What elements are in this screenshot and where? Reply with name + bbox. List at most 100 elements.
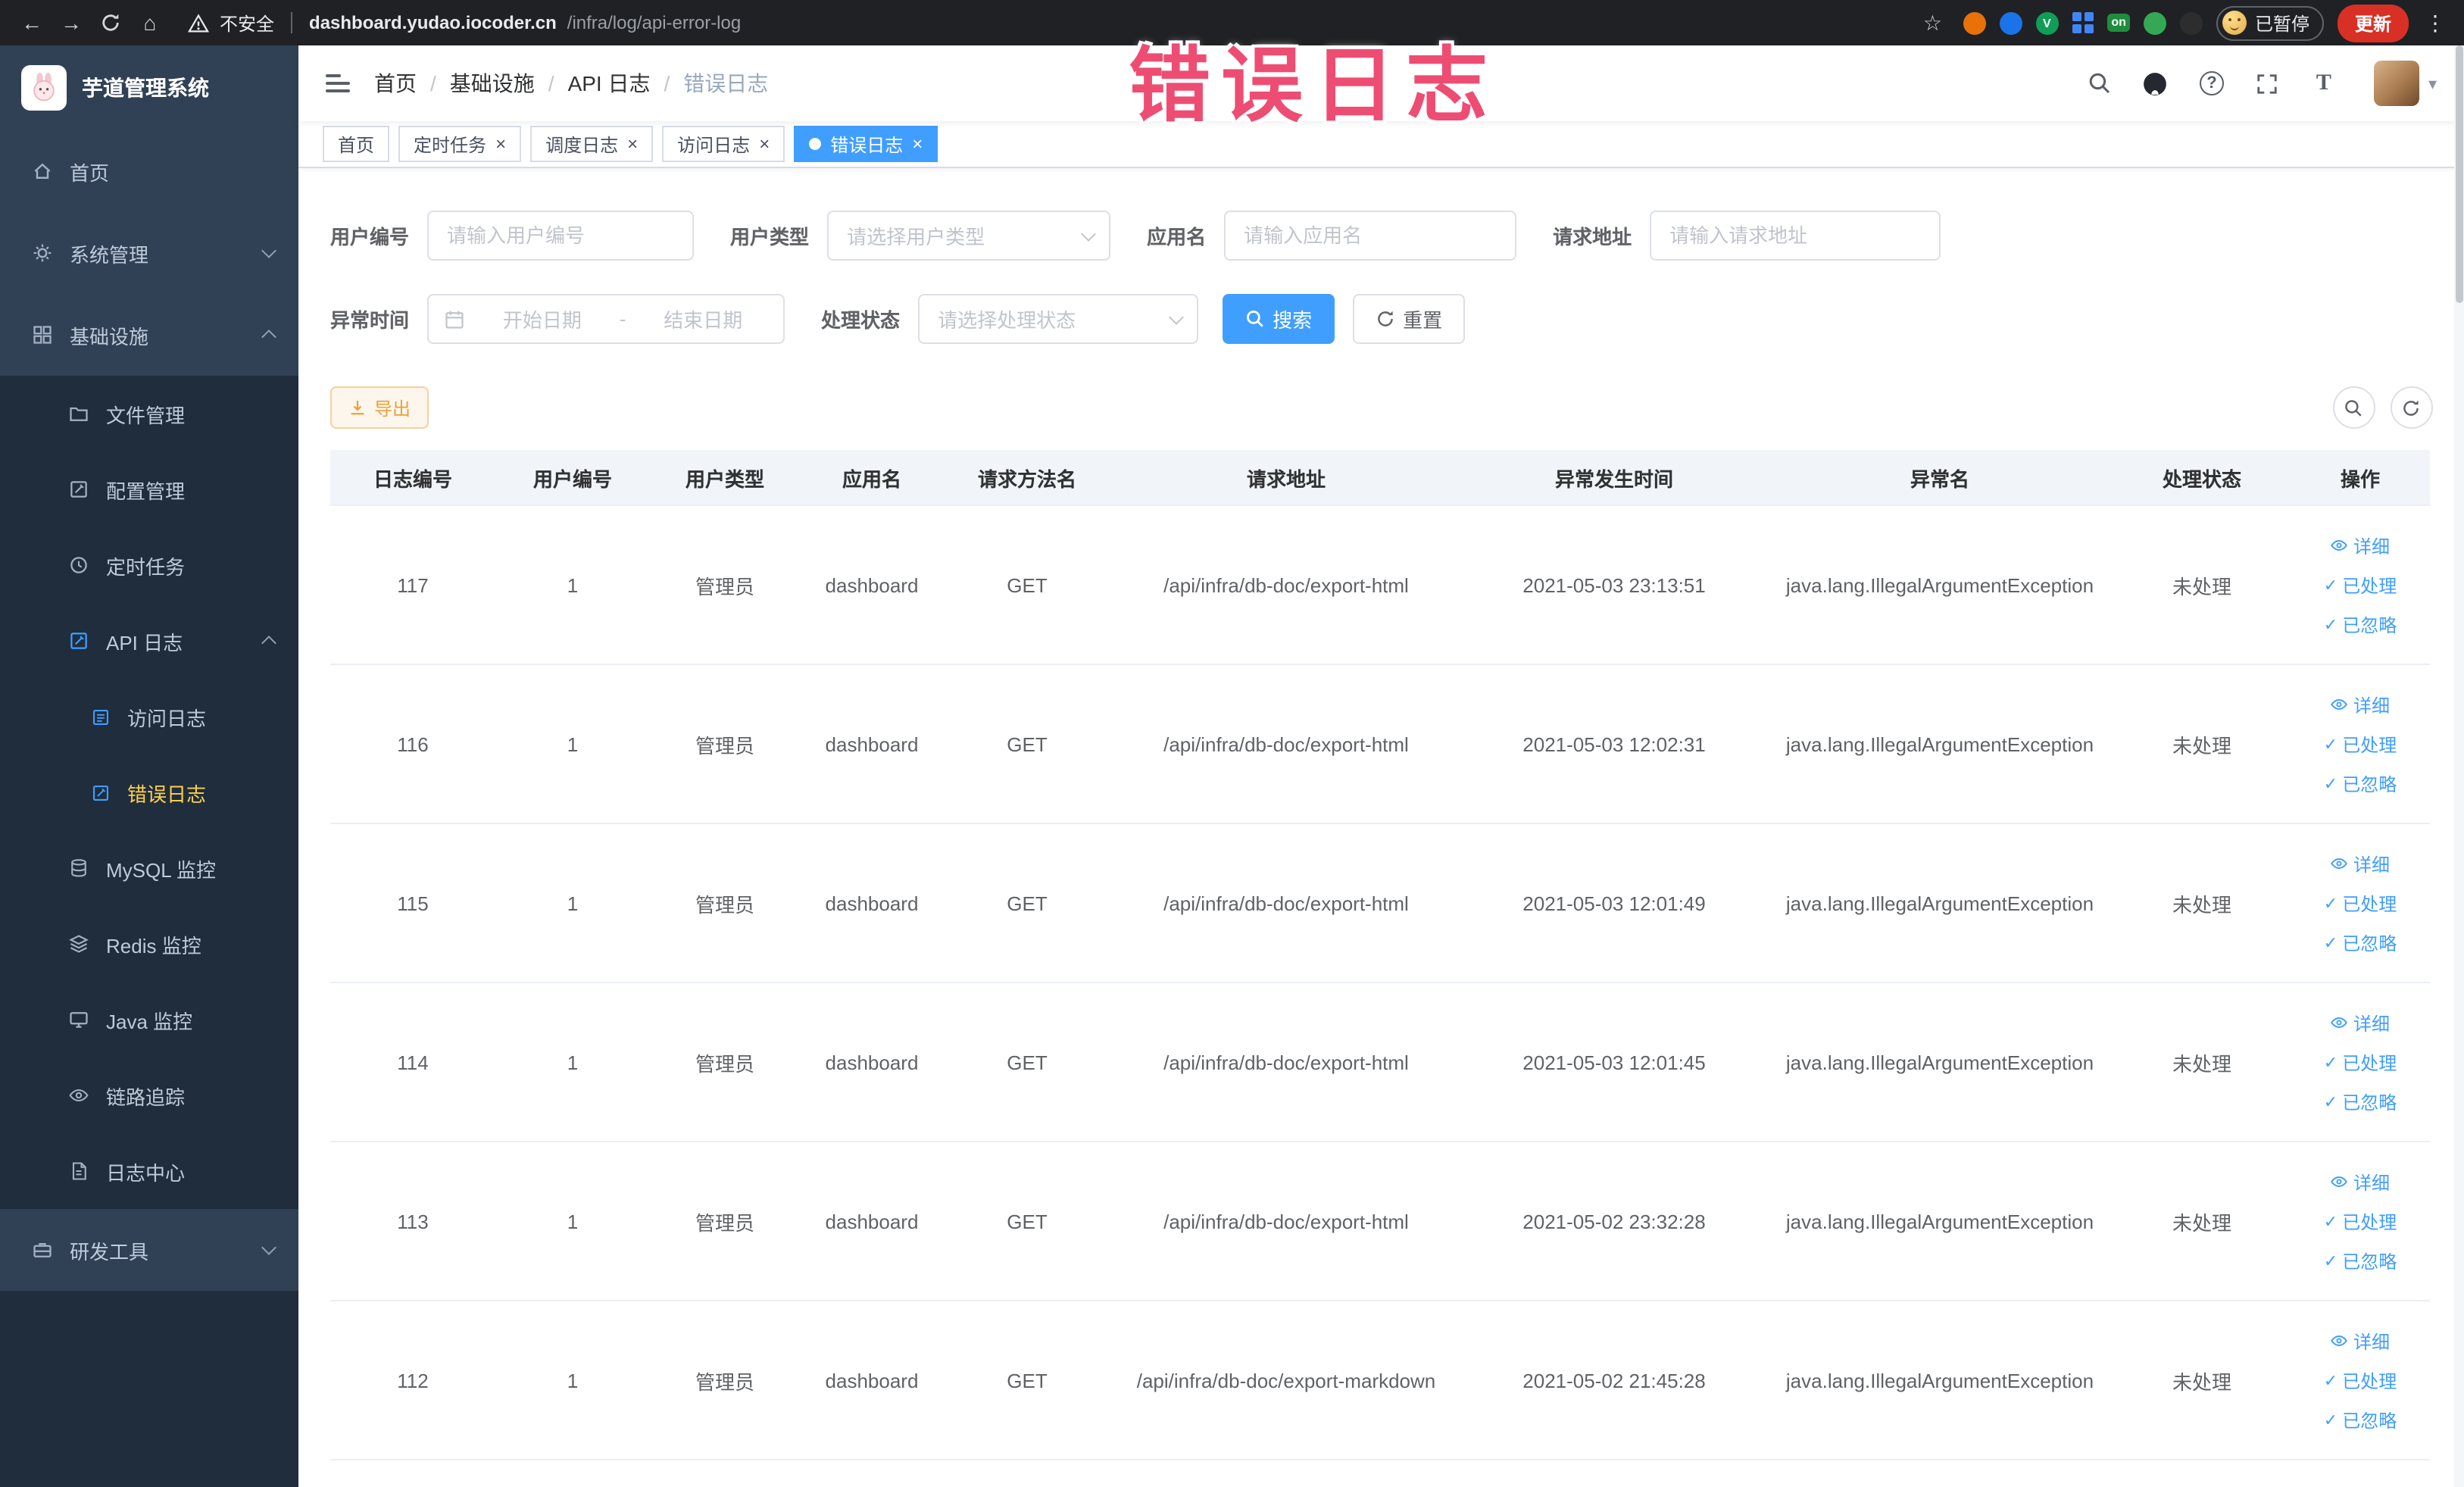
sidebar-item-config-management[interactable]: 配置管理 <box>0 451 298 527</box>
action-processed-link[interactable]: ✓ 已处理 <box>2324 1208 2397 1234</box>
action-ignored-link[interactable]: ✓ 已忽略 <box>2324 929 2397 955</box>
sidebar-item-java-monitor[interactable]: Java 监控 <box>0 982 298 1057</box>
sidebar-item-mysql-monitor[interactable]: MySQL 监控 <box>0 830 298 906</box>
sidebar-item-redis-monitor[interactable]: Redis 监控 <box>0 906 298 982</box>
action-detail-link[interactable]: 详细 <box>2331 1010 2390 1036</box>
process-status-select[interactable]: 请选择处理状态 <box>918 294 1199 344</box>
tab-dispatch-logs[interactable]: 调度日志 × <box>530 126 654 162</box>
search-icon[interactable] <box>2085 68 2115 98</box>
action-detail-link[interactable]: 详细 <box>2331 1328 2390 1354</box>
sidebar-item-home[interactable]: 首页 <box>0 130 298 212</box>
extension-icon-blue-drop[interactable] <box>1999 11 2022 34</box>
page-scrollbar[interactable] <box>2453 45 2464 1487</box>
sidebar-item-access-logs[interactable]: 访问日志 <box>0 679 298 754</box>
check-icon: ✓ <box>2323 775 2338 793</box>
tab-error-logs[interactable]: 错误日志 × <box>794 126 938 162</box>
breadcrumb-item-api-logs[interactable]: API 日志 <box>568 68 651 98</box>
cell-user-id: 1 <box>567 1369 579 1392</box>
table-header-row: 日志编号 用户编号 用户类型 应用名 请求方法名 请求地址 异常发生时间 异常名… <box>330 450 2430 506</box>
extension-icon-on-badge[interactable]: on <box>2106 14 2131 32</box>
cell-exception-time: 2021-05-03 12:02:31 <box>1522 733 1706 755</box>
extension-icon-grid[interactable] <box>2072 12 2094 33</box>
request-url-input[interactable] <box>1650 211 1941 261</box>
close-icon[interactable]: × <box>627 135 638 153</box>
tab-access-logs[interactable]: 访问日志 × <box>662 126 785 162</box>
search-button[interactable]: 搜索 <box>1223 294 1335 344</box>
bookmark-star-icon[interactable]: ☆ <box>1916 6 1949 39</box>
close-icon[interactable]: × <box>759 135 770 153</box>
breadcrumb-item-infrastructure[interactable]: 基础设施 <box>450 68 535 98</box>
cell-log-id: 115 <box>397 892 429 914</box>
sidebar-item-link-tracing[interactable]: 链路追踪 <box>0 1057 298 1133</box>
browser-update-button[interactable]: 更新 <box>2338 4 2408 42</box>
app-name-input[interactable] <box>1224 211 1517 261</box>
action-label: 详细 <box>2353 1013 2390 1034</box>
action-processed-link[interactable]: ✓ 已处理 <box>2324 890 2397 916</box>
table-row: 114 1 管理员 dashboard GET /api/infra/db-do… <box>330 983 2430 1142</box>
sidebar-item-error-logs[interactable]: 错误日志 <box>0 754 298 830</box>
action-processed-link[interactable]: ✓ 已处理 <box>2324 731 2397 757</box>
sidebar-item-file-management[interactable]: 文件管理 <box>0 376 298 451</box>
cell-log-id: 114 <box>397 1051 429 1073</box>
font-size-icon[interactable]: T <box>2309 68 2339 98</box>
cell-user-type: 管理员 <box>695 1370 754 1393</box>
fullscreen-icon[interactable] <box>2253 68 2283 98</box>
browser-home-icon[interactable]: ⌂ <box>133 6 167 39</box>
help-icon[interactable]: ? <box>2197 68 2227 98</box>
browser-forward-icon[interactable]: → <box>55 6 88 39</box>
browser-menu-kebab-icon[interactable]: ⋮ <box>2422 10 2449 36</box>
cell-method: GET <box>1007 733 1048 755</box>
action-processed-link[interactable]: ✓ 已处理 <box>2324 1367 2397 1393</box>
sidebar-item-api-logs[interactable]: API 日志 <box>0 603 298 679</box>
action-ignored-link[interactable]: ✓ 已忽略 <box>2324 1089 2397 1114</box>
action-ignored-link[interactable]: ✓ 已忽略 <box>2324 1407 2397 1432</box>
reset-button[interactable]: 重置 <box>1353 294 1466 344</box>
tab-scheduled-tasks[interactable]: 定时任务 × <box>398 126 522 162</box>
action-processed-link[interactable]: ✓ 已处理 <box>2324 572 2397 598</box>
scrollbar-thumb[interactable] <box>2455 45 2462 303</box>
action-ignored-link[interactable]: ✓ 已忽略 <box>2324 770 2397 796</box>
close-icon[interactable]: × <box>912 135 923 153</box>
user-id-input[interactable] <box>427 211 695 261</box>
filter-row-1: 用户编号 用户类型 请选择用户类型 应用名 <box>330 211 2432 261</box>
sidebar-collapse-icon[interactable] <box>326 74 350 92</box>
extension-icon-leaf[interactable] <box>2144 11 2167 34</box>
action-label: 详细 <box>2353 1172 2390 1193</box>
browser-back-icon[interactable]: ← <box>15 6 48 39</box>
export-button[interactable]: 导出 <box>330 386 429 429</box>
extension-icon-green-v[interactable]: V <box>2035 11 2059 34</box>
browser-reload-icon[interactable] <box>94 6 127 39</box>
check-icon: ✓ <box>2323 934 2338 952</box>
refresh-table-button[interactable] <box>2390 386 2432 429</box>
action-ignored-link[interactable]: ✓ 已忽略 <box>2324 611 2397 637</box>
github-icon[interactable] <box>2141 68 2171 98</box>
sidebar-item-infrastructure[interactable]: 基础设施 <box>0 294 298 376</box>
address-bar[interactable]: 不安全 dashboard.yudao.iocoder.cn/infra/log… <box>188 10 1910 36</box>
extension-icon-orange[interactable] <box>1963 11 1986 34</box>
filter-label-user-type: 用户类型 <box>730 226 810 248</box>
extension-icon-dark[interactable] <box>2180 11 2203 34</box>
breadcrumb-item-home[interactable]: 首页 <box>374 68 417 98</box>
stack-icon <box>67 933 91 954</box>
tab-home[interactable]: 首页 <box>323 126 390 162</box>
sidebar-item-scheduled-tasks[interactable]: 定时任务 <box>0 527 298 603</box>
sidebar-item-dev-tools[interactable]: 研发工具 <box>0 1209 298 1291</box>
action-ignored-link[interactable]: ✓ 已忽略 <box>2324 1248 2397 1273</box>
exception-time-range-picker[interactable]: 开始日期 - 结束日期 <box>427 294 785 344</box>
user-avatar-menu[interactable]: ▾ <box>2373 61 2437 106</box>
document-icon <box>67 1161 91 1182</box>
security-warning-icon <box>188 13 209 33</box>
action-detail-link[interactable]: 详细 <box>2331 533 2390 558</box>
sidebar-menu: 首页 系统管理 基础设施 文件管理 配置管理 定时任务 API 日志 访问日志 … <box>0 130 298 1487</box>
sidebar-item-system-management[interactable]: 系统管理 <box>0 212 298 294</box>
action-detail-link[interactable]: 详细 <box>2331 692 2390 717</box>
close-icon[interactable]: × <box>495 135 506 153</box>
check-icon: ✓ <box>2323 1093 2338 1111</box>
sidebar-item-log-center[interactable]: 日志中心 <box>0 1133 298 1209</box>
action-detail-link[interactable]: 详细 <box>2331 851 2390 876</box>
user-type-select[interactable]: 请选择用户类型 <box>827 211 1111 261</box>
action-processed-link[interactable]: ✓ 已处理 <box>2324 1049 2397 1075</box>
action-detail-link[interactable]: 详细 <box>2331 1169 2390 1195</box>
toggle-search-button[interactable] <box>2332 386 2375 429</box>
profile-paused-chip[interactable]: 已暂停 <box>2216 5 2325 40</box>
